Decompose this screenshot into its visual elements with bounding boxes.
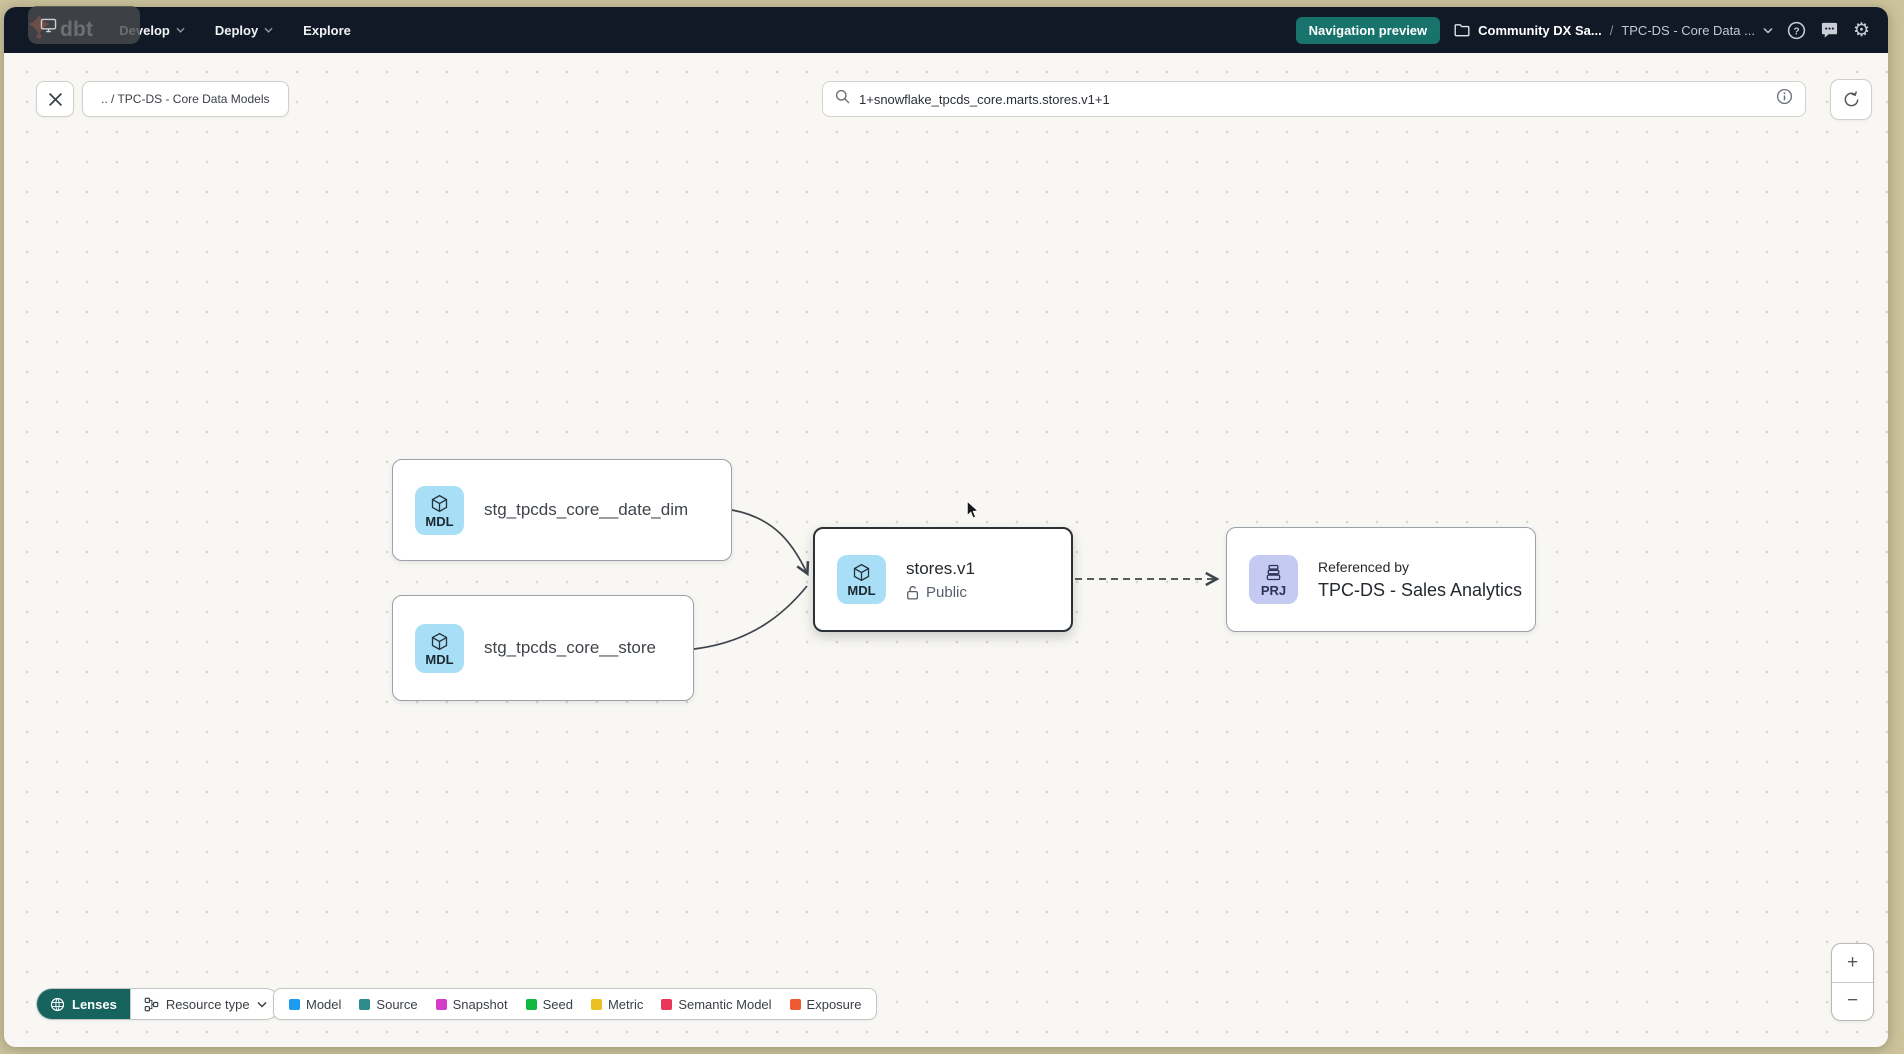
chevron-down-icon xyxy=(264,27,273,33)
model-resource-icon: MDL xyxy=(415,624,464,673)
legend-item-seed: Seed xyxy=(526,997,573,1012)
metric-swatch xyxy=(591,999,602,1010)
legend-item-source: Source xyxy=(359,997,417,1012)
resource-badge: MDL xyxy=(425,653,453,666)
node-stg-tpcds-core-store[interactable]: MDL stg_tpcds_core__store xyxy=(392,595,694,701)
app-window: dbt Develop Deploy Explore Navigation pr… xyxy=(4,7,1888,1047)
resource-type-dropdown[interactable]: Resource type xyxy=(130,989,280,1019)
lock-open-icon xyxy=(906,585,920,600)
resource-badge: PRJ xyxy=(1261,584,1286,597)
info-icon[interactable] xyxy=(1776,88,1793,110)
navigation-preview-badge[interactable]: Navigation preview xyxy=(1296,17,1440,44)
node-access: Public xyxy=(906,584,975,601)
seed-swatch xyxy=(526,999,537,1010)
breadcrumb-project[interactable]: Community DX Sa... xyxy=(1478,23,1602,38)
resource-type-legend: Model Source Snapshot Seed Metric Semant… xyxy=(273,988,877,1020)
archive-stack-icon xyxy=(1263,562,1284,583)
menu-explore[interactable]: Explore xyxy=(303,23,351,38)
settings-gear-icon[interactable]: ⚙ xyxy=(1853,21,1870,40)
node-label: stg_tpcds_core__date_dim xyxy=(484,500,688,520)
resource-badge: MDL xyxy=(425,515,453,528)
legend-item-snapshot: Snapshot xyxy=(436,997,508,1012)
main-menu: Develop Deploy Explore xyxy=(119,23,351,38)
chevron-down-icon[interactable] xyxy=(1763,27,1773,34)
close-icon xyxy=(48,92,63,107)
project-resource-icon: PRJ xyxy=(1249,555,1298,604)
node-label: stg_tpcds_core__store xyxy=(484,638,656,658)
legend-item-metric: Metric xyxy=(591,997,643,1012)
legend-item-model: Model xyxy=(289,997,341,1012)
semantic-model-swatch xyxy=(661,999,672,1010)
zoom-out-button[interactable]: − xyxy=(1832,983,1873,1021)
lineage-scope-chip[interactable]: .. / TPC-DS - Core Data Models xyxy=(82,81,289,117)
help-icon[interactable]: ? xyxy=(1787,21,1806,40)
legend-item-exposure: Exposure xyxy=(790,997,862,1012)
model-resource-icon: MDL xyxy=(415,486,464,535)
node-stores-v1-selected[interactable]: MDL stores.v1 Public xyxy=(813,527,1073,632)
breadcrumb-separator: / xyxy=(1610,23,1614,38)
node-title: stores.v1 xyxy=(906,559,975,579)
svg-text:?: ? xyxy=(1793,26,1799,37)
legend-item-semantic-model: Semantic Model xyxy=(661,997,771,1012)
node-title: TPC-DS - Sales Analytics xyxy=(1318,580,1522,601)
monitor-icon xyxy=(40,18,57,33)
node-referenced-by-sales-analytics[interactable]: PRJ Referenced by TPC-DS - Sales Analyti… xyxy=(1226,527,1536,632)
source-swatch xyxy=(359,999,370,1010)
model-swatch xyxy=(289,999,300,1010)
breadcrumb: Community DX Sa... / TPC-DS - Core Data … xyxy=(1454,23,1773,38)
refresh-button[interactable] xyxy=(1830,79,1872,120)
resource-type-icon xyxy=(144,997,159,1012)
cube-icon xyxy=(429,631,450,652)
top-navigation-bar: dbt Develop Deploy Explore Navigation pr… xyxy=(4,7,1888,53)
feedback-chat-icon[interactable] xyxy=(1820,21,1839,39)
cube-icon xyxy=(429,493,450,514)
chevron-down-icon xyxy=(257,1001,267,1008)
exposure-swatch xyxy=(790,999,801,1010)
folder-icon xyxy=(1454,23,1470,37)
close-button[interactable] xyxy=(36,81,74,117)
lens-controls: Lenses Resource type xyxy=(36,988,281,1020)
node-kicker: Referenced by xyxy=(1318,559,1522,575)
cube-icon xyxy=(851,562,872,583)
breadcrumb-section[interactable]: TPC-DS - Core Data ... xyxy=(1621,23,1755,38)
chevron-down-icon xyxy=(176,27,185,33)
zoom-in-button[interactable]: + xyxy=(1832,944,1873,983)
lineage-search-bar xyxy=(822,81,1806,117)
menu-deploy[interactable]: Deploy xyxy=(215,23,273,38)
zoom-controls: + − xyxy=(1831,943,1874,1021)
screen-capture-overlay xyxy=(28,6,140,44)
model-resource-icon: MDL xyxy=(837,555,886,604)
node-stg-tpcds-core-date-dim[interactable]: MDL stg_tpcds_core__date_dim xyxy=(392,459,732,561)
resource-badge: MDL xyxy=(847,584,875,597)
lens-icon xyxy=(50,997,65,1012)
lenses-button[interactable]: Lenses xyxy=(37,989,130,1019)
snapshot-swatch xyxy=(436,999,447,1010)
lineage-selector-input[interactable] xyxy=(859,92,1767,107)
search-icon xyxy=(835,89,850,109)
refresh-icon xyxy=(1842,90,1861,109)
